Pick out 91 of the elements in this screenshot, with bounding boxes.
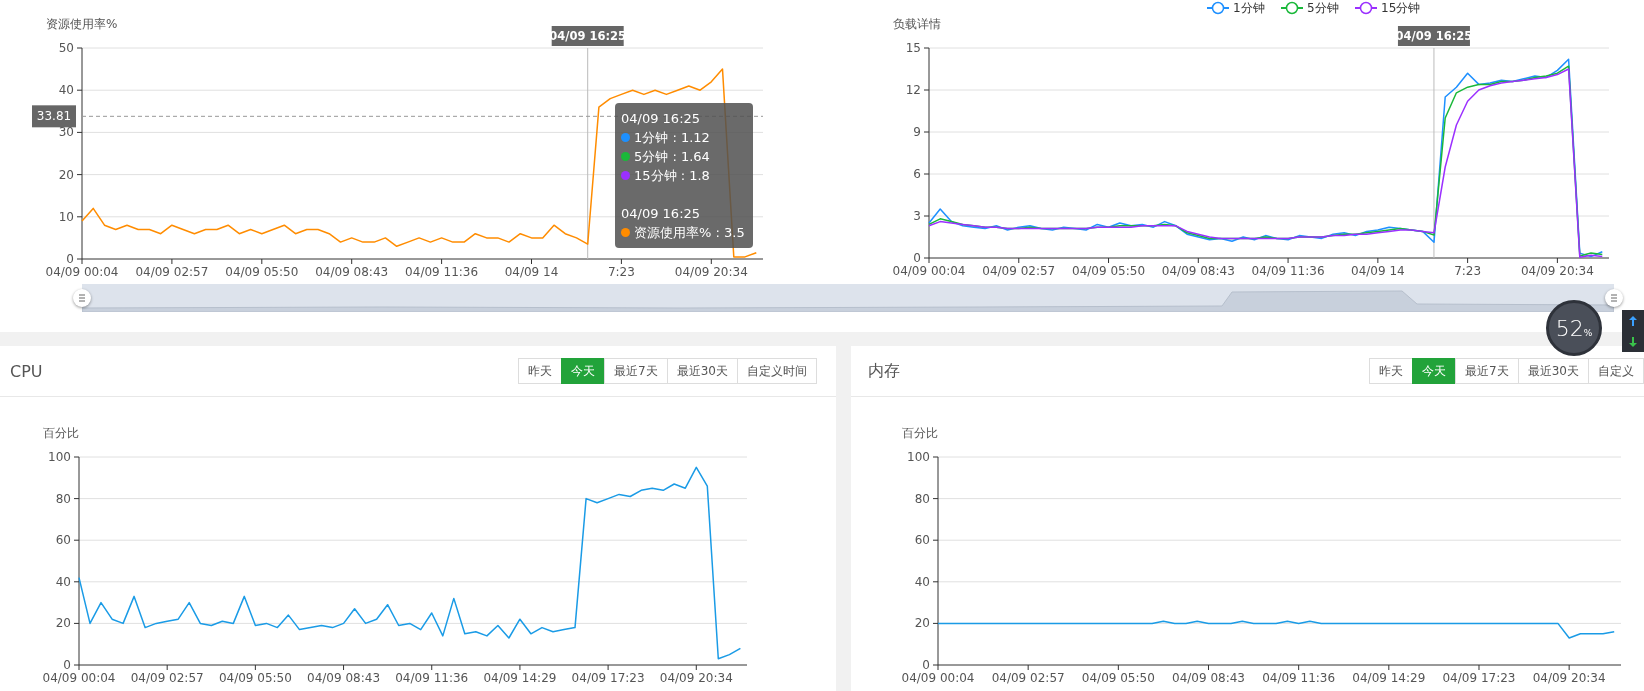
x-tick-label: 04/09 08:43: [307, 671, 381, 685]
panel-title: CPU: [10, 361, 43, 381]
x-tick-label: 04/09 08:43: [1161, 264, 1235, 278]
range-tab[interactable]: 自定义时间: [737, 358, 817, 384]
x-tick-label: 04/09 00:04: [892, 264, 966, 278]
y-tick-label: 20: [914, 616, 930, 631]
x-tick-label: 04/09 00:04: [45, 265, 119, 279]
x-tick-label: 04/09 20:34: [1520, 264, 1594, 278]
y-tick-label: 60: [914, 533, 930, 548]
widget-value: 52: [1555, 315, 1584, 341]
x-tick-label: 04/09 00:04: [42, 671, 116, 685]
y-tick-label: 40: [55, 574, 71, 589]
y-tick-label: 60: [55, 533, 71, 548]
panel-title: 内存: [868, 360, 900, 382]
x-tick-label: 04/09 20:34: [1532, 671, 1606, 685]
y-tick-label: 15: [905, 41, 921, 55]
y-tick-label: 0: [922, 658, 930, 672]
x-tick-label: 04/09 08:43: [1172, 671, 1245, 685]
range-tab[interactable]: 自定义: [1588, 358, 1644, 384]
y-tick-label: 20: [55, 616, 71, 631]
x-tick-label: 04/09 00:04: [901, 671, 975, 685]
y-axis-title: 资源使用率%: [46, 17, 118, 31]
x-tick-label: 04/09 02:57: [982, 264, 1056, 278]
slider-handle[interactable]: [1605, 289, 1623, 307]
x-tick-label: 04/09 14: [1351, 264, 1405, 278]
x-tick-label: 7:23: [607, 265, 635, 279]
legend-marker-icon[interactable]: [1280, 1, 1304, 15]
slider-handle[interactable]: [73, 289, 91, 307]
x-tick-label: 04/09 05:50: [1081, 671, 1155, 685]
y-tick-label: 0: [66, 252, 74, 266]
range-tab[interactable]: 最近7天: [604, 358, 668, 384]
y-tick-label: 40: [914, 574, 930, 589]
y-tick-label: 40: [58, 83, 74, 98]
x-tick-label: 04/09 11:36: [395, 671, 469, 685]
range-tab[interactable]: 昨天: [1369, 358, 1414, 384]
legend-label[interactable]: 15分钟: [1381, 1, 1421, 15]
x-tick-label: 04/09 05:50: [225, 265, 299, 279]
x-tick-label: 04/09 11:36: [1262, 671, 1336, 685]
down-arrow-icon: [1629, 336, 1637, 347]
tooltip-value: 15分钟 : 1.8: [634, 167, 710, 185]
y-tick-label: 0: [913, 251, 921, 265]
x-tick-label: 04/09 05:50: [218, 671, 292, 685]
legend-marker-icon[interactable]: [1206, 1, 1230, 15]
y-tick-label: 50: [58, 41, 74, 55]
y-tick-label: 12: [905, 83, 921, 97]
range-tab[interactable]: 最近7天: [1455, 358, 1519, 384]
x-tick-label: 04/09 20:34: [674, 265, 748, 279]
x-tick-label: 04/09 20:34: [659, 671, 733, 685]
y-axis-title: 百分比: [902, 426, 938, 440]
x-tick-label: 04/09 11:36: [405, 265, 479, 279]
x-tick-label: 04/09 02:57: [991, 671, 1065, 685]
x-tick-label: 04/09 11:36: [1251, 264, 1325, 278]
y-tick-label: 10: [58, 209, 74, 224]
x-tick-label: 04/09 14:29: [483, 671, 557, 685]
y-tick-label: 100: [48, 450, 71, 464]
handle-grip-icon: [1610, 294, 1618, 302]
y-tick-label: 0: [63, 658, 71, 672]
y-tick-label: 30: [58, 125, 74, 140]
widget-unit: %: [1583, 328, 1593, 338]
y-axis-title: 百分比: [43, 426, 79, 440]
x-tick-label: 04/09 02:57: [135, 265, 209, 279]
handle-grip-icon: [78, 294, 86, 302]
y-axis-title: 负载详情: [893, 17, 941, 31]
legend-marker-icon[interactable]: [1354, 1, 1378, 15]
average-value-label: 33.81: [32, 105, 76, 128]
y-tick-label: 3: [913, 209, 921, 223]
y-tick-label: 6: [913, 167, 921, 181]
x-tick-label: 04/09 05:50: [1072, 264, 1146, 278]
tooltip-value: 资源使用率% : 3.5: [634, 224, 745, 242]
legend-label[interactable]: 5分钟: [1307, 1, 1339, 15]
x-tick-label: 7:23: [1454, 264, 1482, 278]
x-tick-label: 04/09 17:23: [571, 671, 645, 685]
range-tab[interactable]: 昨天: [518, 358, 563, 384]
range-tab[interactable]: 最近30天: [1517, 358, 1589, 384]
tooltip-time: 04/09 16:25: [621, 205, 702, 223]
x-tick-label: 04/09 02:57: [130, 671, 204, 685]
y-tick-label: 100: [907, 450, 930, 464]
tooltip-time: 04/09 16:25: [621, 110, 702, 128]
y-tick-label: 80: [914, 491, 930, 506]
x-tick-label: 04/09 14: [504, 265, 559, 279]
y-tick-label: 20: [58, 167, 74, 182]
y-tick-label: 9: [913, 125, 921, 139]
up-arrow-icon: [1629, 315, 1637, 326]
tooltip-value: 1分钟 : 1.12: [634, 129, 710, 147]
x-tick-label: 04/09 08:43: [315, 265, 389, 279]
y-tick-label: 80: [55, 491, 71, 506]
tooltip-value: 5分钟 : 1.64: [634, 148, 710, 166]
legend-label[interactable]: 1分钟: [1233, 1, 1265, 15]
x-tick-label: 04/09 14:29: [1352, 671, 1426, 685]
range-tab[interactable]: 最近30天: [666, 358, 738, 384]
x-tick-label: 04/09 17:23: [1442, 671, 1516, 685]
